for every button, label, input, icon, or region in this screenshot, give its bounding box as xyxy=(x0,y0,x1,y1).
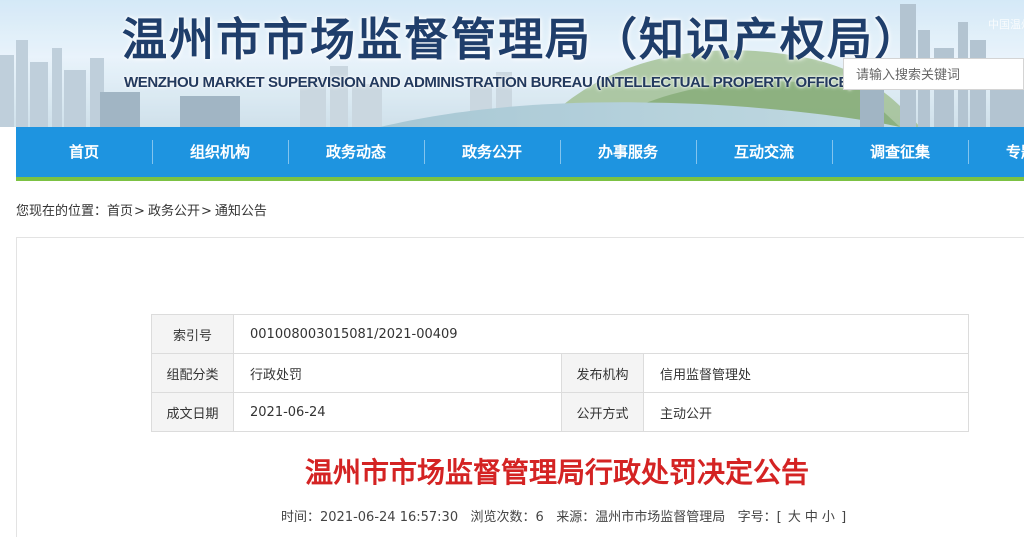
views-value: 6 xyxy=(535,510,544,525)
meta-row: 组配分类 行政处罚 发布机构 信用监督管理处 xyxy=(151,353,969,393)
breadcrumb-home-link[interactable]: 首页 xyxy=(107,204,133,219)
views-label: 浏览次数： xyxy=(470,510,536,525)
font-size-medium-button[interactable]: 中 xyxy=(805,510,818,525)
index-value: 001008003015081/2021-00409 xyxy=(233,314,969,354)
nav-item-survey[interactable]: 调查征集 xyxy=(832,127,968,177)
article-title: 温州市市场监督管理局行政处罚决定公告 xyxy=(304,456,809,489)
nav-accent-bar xyxy=(16,177,1024,181)
font-size-small-button[interactable]: 小 xyxy=(822,510,835,525)
font-size-label: 字号： xyxy=(737,510,777,525)
nav-item-services[interactable]: 办事服务 xyxy=(560,127,696,177)
nav-item-home[interactable]: 首页 xyxy=(16,127,152,177)
publisher-value: 信用监督管理处 xyxy=(643,353,969,393)
disclosure-value: 主动公开 xyxy=(643,392,969,432)
breadcrumb: 您现在的位置：首页> 政务公开> 通知公告 xyxy=(16,200,267,219)
top-corner-text: 中国温州 xyxy=(988,18,1024,31)
meta-row: 成文日期 2021-06-24 公开方式 主动公开 xyxy=(151,392,969,432)
publisher-label: 发布机构 xyxy=(561,353,644,393)
header-banner: 温州市市场监督管理局（知识产权局） WENZHOU MARKET SUPERVI… xyxy=(0,0,1024,127)
nav-item-interaction[interactable]: 互动交流 xyxy=(696,127,832,177)
breadcrumb-government-affairs-link[interactable]: 政务公开 xyxy=(148,204,200,219)
breadcrumb-prefix: 您现在的位置： xyxy=(16,204,108,219)
font-size-bracket-open: [ xyxy=(776,510,782,525)
site-title: 温州市市场监督管理局（知识产权局） xyxy=(122,13,922,66)
nav-item-organization[interactable]: 组织机构 xyxy=(152,127,288,177)
article-info-bar: 时间：2021-06-24 16:57:30 浏览次数：6 来源：温州市市场监督… xyxy=(281,506,846,525)
category-value: 行政处罚 xyxy=(233,353,562,393)
date-value: 2021-06-24 xyxy=(233,392,562,432)
font-size-large-button[interactable]: 大 xyxy=(788,510,801,525)
nav-item-news[interactable]: 政务动态 xyxy=(288,127,424,177)
nav-item-special-topics[interactable]: 专题专栏 xyxy=(968,127,1024,177)
source-value: 温州市市场监督管理局 xyxy=(595,510,726,525)
index-label: 索引号 xyxy=(151,314,234,354)
main-nav: 首页 组织机构 政务动态 政务公开 办事服务 互动交流 调查征集 专题专栏 xyxy=(16,127,1024,177)
nav-item-government-affairs[interactable]: 政务公开 xyxy=(424,127,560,177)
font-size-bracket-close: ] xyxy=(841,510,847,525)
breadcrumb-separator: > xyxy=(134,204,145,219)
time-value: 2021-06-24 16:57:30 xyxy=(320,510,459,525)
category-label: 组配分类 xyxy=(151,353,234,393)
time-label: 时间： xyxy=(281,510,321,525)
breadcrumb-separator: > xyxy=(200,204,212,219)
source-label: 来源： xyxy=(556,510,596,525)
breadcrumb-notices-link[interactable]: 通知公告 xyxy=(215,204,267,219)
font-size-control: 字号：[ 大中小 ] xyxy=(738,510,847,525)
document-meta-table: 索引号 001008003015081/2021-00409 组配分类 行政处罚… xyxy=(151,314,969,432)
site-subtitle: WENZHOU MARKET SUPERVISION AND ADMINISTR… xyxy=(124,74,853,91)
search-input[interactable] xyxy=(843,58,1024,90)
disclosure-label: 公开方式 xyxy=(561,392,644,432)
date-label: 成文日期 xyxy=(151,392,234,432)
meta-row: 索引号 001008003015081/2021-00409 xyxy=(151,314,969,354)
